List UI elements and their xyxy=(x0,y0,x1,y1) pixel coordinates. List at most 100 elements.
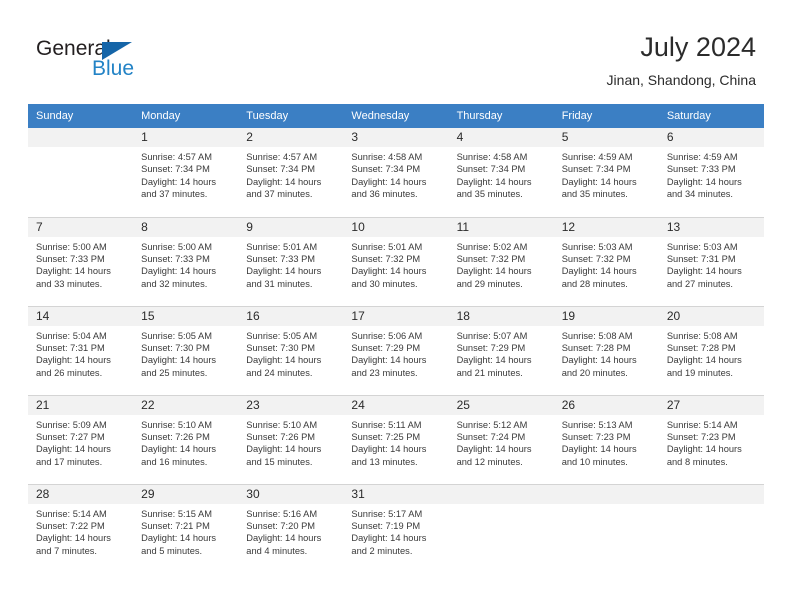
daylight-duration-line1: Daylight: 14 hours xyxy=(561,444,637,455)
daylight-duration-line2: and 28 minutes. xyxy=(561,278,628,289)
daylight-duration-line2: and 10 minutes. xyxy=(561,456,628,467)
sunrise-time: Sunrise: 5:03 AM xyxy=(666,241,738,252)
daylight-duration-line1: Daylight: 14 hours xyxy=(246,176,322,187)
calendar-day-cell[interactable]: 16 Sunrise: 5:05 AM Sunset: 7:30 PM Dayligh… xyxy=(238,305,344,395)
daylight-duration-line1: Daylight: 14 hours xyxy=(246,444,322,455)
sunrise-sunset-calendar: Sunday Monday Tuesday Wednesday Thursday… xyxy=(28,104,764,573)
day-number: 16 xyxy=(238,306,344,326)
calendar-day-cell[interactable]: 8 Sunrise: 5:00 AM Sunset: 7:33 PM Daylight… xyxy=(133,216,239,306)
sunset-time: Sunset: 7:21 PM xyxy=(141,520,210,531)
day-details: Sunrise: 5:06 AM Sunset: 7:29 PM Daylight:… xyxy=(343,326,448,380)
day-number: 18 xyxy=(448,306,554,326)
calendar-day-cell[interactable]: 22 Sunrise: 5:10 AM Sunset: 7:26 PM Dayligh… xyxy=(133,394,239,484)
day-details: Sunrise: 5:13 AM Sunset: 7:23 PM Daylight:… xyxy=(554,415,659,469)
daylight-duration-line1: Daylight: 14 hours xyxy=(456,444,532,455)
daylight-duration-line1: Daylight: 14 hours xyxy=(141,176,217,187)
daylight-duration-line2: and 34 minutes. xyxy=(666,189,733,200)
calendar-day-cell[interactable]: 1 Sunrise: 4:57 AM Sunset: 7:34 PM Daylight… xyxy=(133,128,239,217)
daylight-duration-line1: Daylight: 14 hours xyxy=(351,533,427,544)
calendar-day-cell[interactable]: 14 Sunrise: 5:04 AM Sunset: 7:31 PM Dayligh… xyxy=(28,305,134,395)
calendar-header: Sunday Monday Tuesday Wednesday Thursday… xyxy=(28,104,764,128)
calendar-day-cell[interactable]: 31 Sunrise: 5:17 AM Sunset: 7:19 PM Dayligh… xyxy=(343,483,449,573)
calendar-day-cell[interactable]: 15 Sunrise: 5:05 AM Sunset: 7:30 PM Dayligh… xyxy=(133,305,239,395)
daylight-duration-line1: Daylight: 14 hours xyxy=(36,355,111,366)
calendar-day-cell[interactable]: 2 Sunrise: 4:57 AM Sunset: 7:34 PM Daylight… xyxy=(238,128,344,217)
sunrise-time: Sunrise: 5:08 AM xyxy=(666,330,738,341)
daylight-duration-line2: and 15 minutes. xyxy=(246,456,313,467)
calendar-day-cell[interactable]: 23 Sunrise: 5:10 AM Sunset: 7:26 PM Dayligh… xyxy=(238,394,344,484)
calendar-day-cell[interactable]: 18 Sunrise: 5:07 AM Sunset: 7:29 PM Dayligh… xyxy=(448,305,554,395)
day-number: 13 xyxy=(658,217,764,237)
weekday-header-tuesday: Tuesday xyxy=(238,104,344,128)
daylight-duration-line2: and 5 minutes. xyxy=(141,545,203,556)
calendar-day-cell[interactable]: 17 Sunrise: 5:06 AM Sunset: 7:29 PM Dayligh… xyxy=(343,305,449,395)
day-details: Sunrise: 5:10 AM Sunset: 7:26 PM Daylight:… xyxy=(133,415,238,469)
sunrise-time: Sunrise: 5:05 AM xyxy=(141,330,212,341)
calendar-day-cell[interactable]: 27 Sunrise: 5:14 AM Sunset: 7:23 PM Dayligh… xyxy=(658,394,764,484)
day-number: 27 xyxy=(658,395,764,415)
sunset-time: Sunset: 7:23 PM xyxy=(561,431,631,442)
day-details: Sunrise: 4:58 AM Sunset: 7:34 PM Daylight:… xyxy=(449,147,554,201)
day-details: Sunrise: 5:05 AM Sunset: 7:30 PM Daylight:… xyxy=(238,326,343,380)
day-number: 22 xyxy=(133,395,239,415)
day-details: Sunrise: 5:04 AM Sunset: 7:31 PM Daylight:… xyxy=(28,326,133,380)
sunrise-time: Sunrise: 5:15 AM xyxy=(141,508,212,519)
sunrise-time: Sunrise: 5:12 AM xyxy=(456,419,528,430)
sunset-time: Sunset: 7:28 PM xyxy=(561,342,631,353)
calendar-day-cell[interactable]: 9 Sunrise: 5:01 AM Sunset: 7:33 PM Daylight… xyxy=(238,216,344,306)
calendar-day-cell[interactable]: 24 Sunrise: 5:11 AM Sunset: 7:25 PM Dayligh… xyxy=(343,394,449,484)
sunrise-time: Sunrise: 5:10 AM xyxy=(246,419,318,430)
calendar-day-cell[interactable]: 26 Sunrise: 5:13 AM Sunset: 7:23 PM Dayligh… xyxy=(553,394,659,484)
calendar-day-cell[interactable]: 19 Sunrise: 5:08 AM Sunset: 7:28 PM Dayligh… xyxy=(553,305,659,395)
day-number: 20 xyxy=(658,306,764,326)
day-number: 25 xyxy=(448,395,554,415)
daylight-duration-line1: Daylight: 14 hours xyxy=(561,176,637,187)
daylight-duration-line2: and 7 minutes. xyxy=(36,545,97,556)
calendar-day-cell[interactable]: 21 Sunrise: 5:09 AM Sunset: 7:27 PM Dayligh… xyxy=(28,394,134,484)
sunrise-time: Sunrise: 5:05 AM xyxy=(246,330,318,341)
sunset-time: Sunset: 7:32 PM xyxy=(351,253,421,264)
calendar-day-cell[interactable]: 6 Sunrise: 4:59 AM Sunset: 7:33 PM Daylight… xyxy=(658,128,764,217)
day-details: Sunrise: 5:09 AM Sunset: 7:27 PM Daylight:… xyxy=(28,415,133,469)
calendar-day-cell[interactable]: 10 Sunrise: 5:01 AM Sunset: 7:32 PM Dayligh… xyxy=(343,216,449,306)
calendar-day-cell[interactable]: 11 Sunrise: 5:02 AM Sunset: 7:32 PM Dayligh… xyxy=(448,216,554,306)
day-number: 5 xyxy=(553,128,659,147)
day-details: Sunrise: 5:03 AM Sunset: 7:31 PM Daylight:… xyxy=(659,237,764,291)
page-title: July 2024 xyxy=(640,32,756,62)
sunset-time: Sunset: 7:19 PM xyxy=(351,520,421,531)
calendar-day-cell[interactable]: 29 Sunrise: 5:15 AM Sunset: 7:21 PM Dayligh… xyxy=(133,483,239,573)
daylight-duration-line1: Daylight: 14 hours xyxy=(456,176,532,187)
calendar-day-cell[interactable]: 5 Sunrise: 4:59 AM Sunset: 7:34 PM Daylight… xyxy=(553,128,659,217)
sunrise-time: Sunrise: 5:17 AM xyxy=(351,508,423,519)
daylight-duration-line2: and 35 minutes. xyxy=(456,189,523,200)
calendar-day-cell[interactable]: 30 Sunrise: 5:16 AM Sunset: 7:20 PM Dayligh… xyxy=(238,483,344,573)
day-details: Sunrise: 5:12 AM Sunset: 7:24 PM Daylight:… xyxy=(449,415,554,469)
generalblue-logo[interactable]: General Blue xyxy=(36,38,156,82)
day-number: 2 xyxy=(238,128,344,147)
day-details: Sunrise: 5:07 AM Sunset: 7:29 PM Daylight:… xyxy=(449,326,554,380)
sunset-time: Sunset: 7:31 PM xyxy=(666,253,736,264)
sunrise-time: Sunrise: 5:08 AM xyxy=(561,330,633,341)
calendar-day-cell[interactable]: 13 Sunrise: 5:03 AM Sunset: 7:31 PM Dayligh… xyxy=(658,216,764,306)
day-details: Sunrise: 5:14 AM Sunset: 7:23 PM Daylight:… xyxy=(659,415,764,469)
sunrise-time: Sunrise: 5:04 AM xyxy=(36,330,107,341)
day-number: 30 xyxy=(238,484,344,504)
weekday-header-wednesday: Wednesday xyxy=(343,104,449,128)
day-details: Sunrise: 4:58 AM Sunset: 7:34 PM Daylight:… xyxy=(343,147,448,201)
calendar-day-cell[interactable]: 20 Sunrise: 5:08 AM Sunset: 7:28 PM Dayligh… xyxy=(658,305,764,395)
sunset-time: Sunset: 7:29 PM xyxy=(351,342,421,353)
daylight-duration-line1: Daylight: 14 hours xyxy=(141,444,217,455)
day-number: 24 xyxy=(343,395,449,415)
calendar-day-cell[interactable]: 25 Sunrise: 5:12 AM Sunset: 7:24 PM Dayligh… xyxy=(448,394,554,484)
calendar-day-cell[interactable]: 3 Sunrise: 4:58 AM Sunset: 7:34 PM Daylight… xyxy=(343,128,449,217)
calendar-day-cell[interactable]: 28 Sunrise: 5:14 AM Sunset: 7:22 PM Dayligh… xyxy=(28,483,134,573)
day-details: Sunrise: 5:10 AM Sunset: 7:26 PM Daylight:… xyxy=(238,415,343,469)
day-details: Sunrise: 5:01 AM Sunset: 7:33 PM Daylight:… xyxy=(238,237,343,291)
calendar-day-cell[interactable]: 7 Sunrise: 5:00 AM Sunset: 7:33 PM Daylight… xyxy=(28,216,134,306)
sunset-time: Sunset: 7:33 PM xyxy=(141,253,210,264)
daylight-duration-line1: Daylight: 14 hours xyxy=(141,533,217,544)
day-number: 9 xyxy=(238,217,344,237)
calendar-day-cell[interactable]: 4 Sunrise: 4:58 AM Sunset: 7:34 PM Daylight… xyxy=(448,128,554,217)
calendar-day-cell[interactable]: 12 Sunrise: 5:03 AM Sunset: 7:32 PM Dayligh… xyxy=(553,216,659,306)
daylight-duration-line2: and 32 minutes. xyxy=(141,278,208,289)
